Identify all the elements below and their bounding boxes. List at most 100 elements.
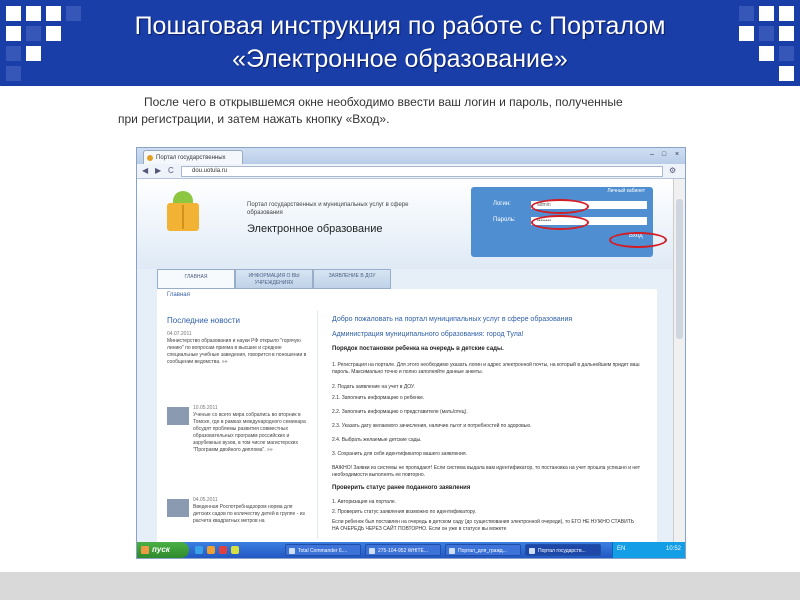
news-date: 04.05.2011 xyxy=(193,497,218,503)
decor-square xyxy=(66,6,81,21)
nav-tab-institutions[interactable]: ИНФОРМАЦИЯ О ВЫ УЧРЕЖДЕНИЯХ xyxy=(235,269,313,289)
admin-heading: Администрация муниципального образования… xyxy=(332,331,524,338)
check-step: Если ребенок был поставлен на очередь в … xyxy=(332,519,635,532)
decor-square xyxy=(26,46,41,61)
book-logo-icon xyxy=(167,203,199,231)
instruction-line: После чего в открывшемся окне необходимо… xyxy=(144,95,623,109)
step-text: 3. Сохранить для себя идентификатор ваше… xyxy=(332,451,467,457)
check-status-heading: Проверить статус ранее поданного заявлен… xyxy=(332,485,471,491)
wrench-icon[interactable]: ⚙ xyxy=(669,166,676,176)
slide-title: Пошаговая инструкция по работе с Портало… xyxy=(80,10,720,76)
step-text: 2. Подать заявление на учет в ДОУ. xyxy=(332,384,415,390)
forward-button[interactable]: ▶ xyxy=(155,166,161,176)
slide-header: Пошаговая инструкция по работе с Портало… xyxy=(0,0,800,86)
nav-tab-application[interactable]: ЗАЯВЛЕНИЕ В ДОУ xyxy=(313,269,391,289)
news-heading: Последние новости xyxy=(167,316,240,325)
nav-tab-main[interactable]: ГЛАВНАЯ xyxy=(157,269,235,289)
slide-title-line1: Пошаговая инструкция по работе с Портало… xyxy=(134,12,666,40)
highlight-login-ring xyxy=(531,199,589,214)
browser-screenshot: Портал государственных – □ × ◀ ▶ C dou.u… xyxy=(136,147,686,559)
folder-icon[interactable] xyxy=(207,546,215,554)
taskbar-item-label: Total Commander 6.... xyxy=(298,548,348,554)
url-input[interactable]: dou.uotula.ru xyxy=(181,166,663,177)
news-thumbnail xyxy=(167,407,189,425)
breadcrumb[interactable]: Главная xyxy=(167,292,190,298)
decor-square xyxy=(6,6,21,21)
browser-tab-title: Портал государственных xyxy=(156,155,226,161)
taskbar-item[interactable]: 275-104-952 WHITE... xyxy=(365,544,441,556)
windows-taskbar: пуск Total Commander 6.... 275-104-952 W… xyxy=(137,542,685,558)
decor-square xyxy=(26,26,41,41)
clock: 10:52 xyxy=(665,546,681,552)
taskbar-item[interactable]: Портал_для_гражд... xyxy=(445,544,521,556)
step-text: 2.4. Выбрать желаемые детские сады. xyxy=(332,437,422,443)
chrome-icon[interactable] xyxy=(231,546,239,554)
decor-square xyxy=(779,6,794,21)
decor-square xyxy=(6,26,21,41)
app-icon xyxy=(369,548,375,554)
password-label: Пароль: xyxy=(493,217,516,223)
app-icon xyxy=(289,548,295,554)
taskbar-item-label: 275-104-952 WHITE... xyxy=(378,548,429,554)
reload-button[interactable]: C xyxy=(168,166,174,176)
decor-square xyxy=(739,6,754,21)
sun-icon xyxy=(173,191,193,203)
minimize-button[interactable]: – xyxy=(647,150,657,159)
slide-footer xyxy=(0,572,800,600)
taskbar-item[interactable]: Портал государств... xyxy=(525,544,601,556)
decor-square xyxy=(26,6,41,21)
page-content: Главная Последние новости 04.07.2011 Мин… xyxy=(157,289,657,542)
back-button[interactable]: ◀ xyxy=(142,166,148,176)
news-date: 04.07.2011 xyxy=(167,331,192,337)
news-text: Ученые со всего мира собрались во вторни… xyxy=(193,412,306,453)
web-page: Портал государственных и муниципальных у… xyxy=(137,179,673,542)
opera-icon[interactable] xyxy=(219,546,227,554)
taskbar-item-label: Портал государств... xyxy=(538,548,586,554)
favicon-icon xyxy=(147,155,153,161)
news-date: 10.05.2011 xyxy=(193,405,218,411)
site-tagline: Портал государственных и муниципальных у… xyxy=(247,202,409,216)
browser-tab-bar: Портал государственных – □ × xyxy=(137,148,685,164)
vertical-scrollbar[interactable] xyxy=(673,179,685,542)
decor-square xyxy=(779,66,794,81)
instruction-line: при регистрации, и затем нажать кнопку «… xyxy=(118,112,390,126)
news-item[interactable]: 04.05.2011 Введенная Роспотребнадзором н… xyxy=(167,497,307,525)
decor-square xyxy=(6,46,21,61)
decor-square xyxy=(46,6,61,21)
decor-square xyxy=(6,66,21,81)
login-panel-title: Личный кабинет xyxy=(607,188,645,194)
step-text: 1. Регистрация на портале. Для этого нео… xyxy=(332,362,640,375)
decor-square xyxy=(779,46,794,61)
step-text: 2.1. Заполнить информацию о ребенке. xyxy=(332,395,425,401)
slide-title-line2: «Электронное образование» xyxy=(232,45,568,73)
start-button[interactable]: пуск xyxy=(137,542,189,558)
column-divider xyxy=(317,311,318,539)
taskbar-item[interactable]: Total Commander 6.... xyxy=(285,544,361,556)
decor-square xyxy=(739,26,754,41)
app-icon xyxy=(449,548,455,554)
taskbar-item-label: Портал_для_гражд... xyxy=(458,548,507,554)
decor-square xyxy=(759,6,774,21)
login-label: Логин: xyxy=(493,201,511,207)
decor-square xyxy=(759,26,774,41)
windows-flag-icon xyxy=(141,546,149,554)
decor-square xyxy=(46,26,61,41)
ie-icon[interactable] xyxy=(195,546,203,554)
news-item[interactable]: 10.05.2011 Ученые со всего мира собралис… xyxy=(167,405,307,454)
maximize-button[interactable]: □ xyxy=(659,150,669,159)
address-bar: ◀ ▶ C dou.uotula.ru ⚙ xyxy=(137,164,685,179)
start-label: пуск xyxy=(152,545,170,554)
highlight-password-ring xyxy=(531,215,589,230)
news-item[interactable]: 04.07.2011 Министерство образования и на… xyxy=(167,331,307,366)
close-button[interactable]: × xyxy=(672,150,682,159)
browser-tab[interactable]: Портал государственных xyxy=(143,150,243,164)
highlight-submit-ring xyxy=(609,232,667,248)
news-thumbnail xyxy=(167,499,189,517)
order-heading: Порядок постановки ребенка на очередь в … xyxy=(332,346,504,352)
news-text: Введенная Роспотребнадзором норма для де… xyxy=(193,504,305,524)
site-banner: Портал государственных и муниципальных у… xyxy=(137,179,673,269)
check-step: 1. Авторизация на портале. xyxy=(332,499,397,505)
language-indicator[interactable]: EN xyxy=(617,546,625,552)
site-name: Электронное образование xyxy=(247,223,383,235)
scrollbar-thumb[interactable] xyxy=(676,199,683,339)
